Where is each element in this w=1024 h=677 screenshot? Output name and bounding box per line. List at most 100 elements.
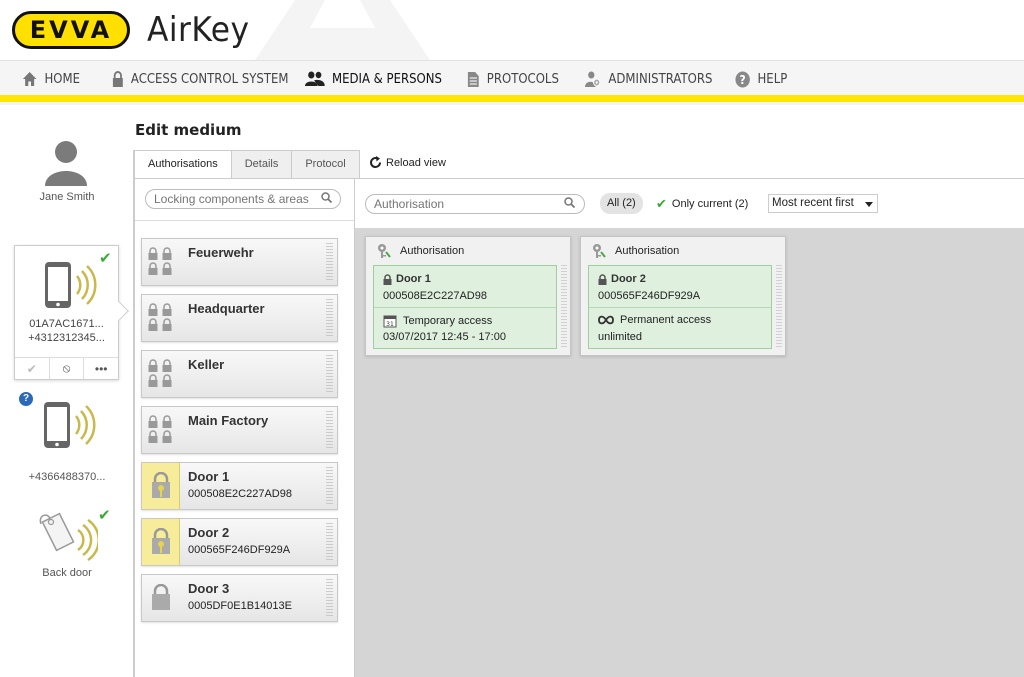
- list-item-name: Headquarter: [188, 301, 265, 316]
- reload-view-button[interactable]: Reload view: [369, 156, 446, 169]
- authorisation-access-type: 31 Temporary access: [383, 314, 492, 328]
- authorisation-search: [365, 194, 585, 214]
- activate-button[interactable]: ✔: [15, 358, 50, 379]
- list-item-door[interactable]: Door 1 000508E2C227AD98: [141, 462, 338, 510]
- authorisation-search-input[interactable]: [374, 197, 554, 211]
- person-name: Jane Smith: [39, 191, 95, 203]
- list-item-serial: 000508E2C227AD98: [188, 488, 292, 500]
- evva-logo[interactable]: EVVA: [12, 11, 130, 49]
- medium-2-phone: +4366488370...: [28, 471, 106, 483]
- list-item-area[interactable]: Main Factory: [141, 406, 338, 454]
- active-check-icon: ✔: [99, 250, 112, 267]
- admin-gear-icon: [585, 71, 601, 87]
- drag-handle[interactable]: [326, 411, 333, 449]
- list-item-serial: 000565F246DF929A: [188, 544, 291, 556]
- sort-select[interactable]: Most recent first: [768, 194, 878, 213]
- list-item-door[interactable]: Door 3 0005DF0E1B14013E: [141, 574, 338, 622]
- door-lock-icon: [142, 575, 180, 621]
- authorisation-door-serial: 000508E2C227AD98: [383, 290, 487, 302]
- phone-icon-2[interactable]: [43, 400, 97, 450]
- nav-protocols-label: Protocols: [486, 71, 559, 87]
- svg-text:31: 31: [386, 321, 394, 328]
- tab-protocol[interactable]: Protocol: [291, 150, 360, 179]
- list-item-area[interactable]: Keller: [141, 350, 338, 398]
- nav-help[interactable]: ? Help: [735, 61, 787, 97]
- page-title: Edit medium: [135, 121, 242, 139]
- app-title: AirKey: [147, 10, 250, 50]
- door-lock-key-icon: [142, 519, 180, 565]
- area-locks-icon: [142, 295, 180, 341]
- calendar-icon: 31: [383, 315, 397, 328]
- medium-id: 01A7AC1671... +4312312345...: [15, 317, 118, 345]
- authorisation-access-type: Permanent access: [598, 314, 711, 326]
- authorisation-card[interactable]: Authorisation Door 2 000565F246DF929A Pe…: [580, 236, 786, 356]
- list-item-name: Door 3: [188, 581, 230, 596]
- locking-search-input[interactable]: [154, 192, 314, 206]
- locking-search: [145, 189, 341, 209]
- tab-authorisations[interactable]: Authorisations: [134, 150, 232, 179]
- key-tag-icon[interactable]: [38, 510, 98, 564]
- drag-handle[interactable]: [326, 355, 333, 393]
- medium-actions: ✔ ⦸ •••: [15, 357, 118, 379]
- home-icon: [22, 72, 37, 86]
- door-lock-key-icon: [142, 463, 180, 509]
- block-icon: ⦸: [62, 361, 71, 375]
- authorisation-card-title: Authorisation: [615, 245, 680, 257]
- active-check-icon-3: ✔: [98, 507, 111, 524]
- authorisation-card[interactable]: Authorisation Door 1 000508E2C227AD98 31…: [365, 236, 571, 356]
- drag-handle[interactable]: [326, 579, 333, 617]
- lock-icon: [598, 273, 607, 285]
- authorisation-card-header: Authorisation: [591, 243, 679, 259]
- nav-media-persons-label: Media & persons: [332, 71, 442, 87]
- drag-handle[interactable]: [561, 265, 567, 349]
- drag-handle[interactable]: [326, 523, 333, 561]
- filter-all-button[interactable]: All (2): [600, 193, 643, 214]
- filter-only-current-button[interactable]: ✔ Only current (2): [656, 196, 748, 212]
- authorisation-card-header: Authorisation: [376, 243, 464, 259]
- sort-select-value: Most recent first: [772, 197, 854, 209]
- area-locks-icon: [142, 239, 180, 285]
- person-avatar-icon[interactable]: [43, 138, 89, 186]
- nav-home-label: Home: [44, 71, 81, 87]
- infinity-icon: [598, 315, 614, 325]
- list-item-serial: 0005DF0E1B14013E: [188, 600, 292, 612]
- lock-icon: [383, 273, 392, 285]
- checkmark-icon: ✔: [656, 196, 667, 211]
- list-item-area[interactable]: Headquarter: [141, 294, 338, 342]
- search-icon[interactable]: [321, 192, 332, 203]
- nav-administrators[interactable]: Administrators: [585, 61, 712, 97]
- list-item-area[interactable]: Feuerwehr: [141, 238, 338, 286]
- authorisation-card-title: Authorisation: [400, 245, 465, 257]
- more-icon: •••: [94, 361, 108, 376]
- authorisation-door-name: Door 1: [396, 273, 431, 285]
- drag-handle[interactable]: [326, 467, 333, 505]
- list-item-name: Door 1: [188, 469, 230, 484]
- drag-handle[interactable]: [776, 265, 782, 349]
- tab-details[interactable]: Details: [230, 150, 293, 179]
- nav-protocols[interactable]: Protocols: [467, 61, 559, 97]
- authorisation-access-type-label: Temporary access: [403, 315, 493, 327]
- locking-components-panel: Feuerwehr Headquarter Keller Main Factor…: [134, 179, 355, 677]
- authorisation-detail[interactable]: Door 2 000565F246DF929A Permanent access…: [588, 265, 772, 349]
- more-button[interactable]: •••: [84, 358, 118, 379]
- deactivate-button[interactable]: ⦸: [50, 358, 85, 379]
- authorisation-key-icon: [378, 244, 391, 258]
- list-separator: [135, 220, 354, 221]
- nav-media-persons[interactable]: Media & persons: [305, 61, 442, 97]
- nav-access-control-system-label: Access control system: [130, 71, 289, 87]
- search-icon[interactable]: [564, 197, 575, 208]
- authorisation-door: Door 1: [383, 273, 431, 285]
- nav-home[interactable]: Home: [22, 61, 80, 97]
- medium-card-selected[interactable]: ✔ 01A7AC1671... +4312312345... ✔ ⦸ •••: [14, 245, 129, 380]
- list-item-door[interactable]: Door 2 000565F246DF929A: [141, 518, 338, 566]
- medium-3-label: Back door: [42, 567, 92, 579]
- phone-icon: [45, 262, 97, 308]
- drag-handle[interactable]: [326, 243, 333, 281]
- nav-shadow: [0, 102, 1024, 105]
- nav-access-control-system[interactable]: Access control system: [112, 61, 288, 97]
- checkmark-icon: ✔: [26, 361, 37, 376]
- authorisation-detail[interactable]: Door 1 000508E2C227AD98 31 Temporary acc…: [373, 265, 557, 349]
- nav-accent-bar: [0, 95, 1024, 102]
- drag-handle[interactable]: [326, 299, 333, 337]
- background-a-decoration: [255, 0, 430, 60]
